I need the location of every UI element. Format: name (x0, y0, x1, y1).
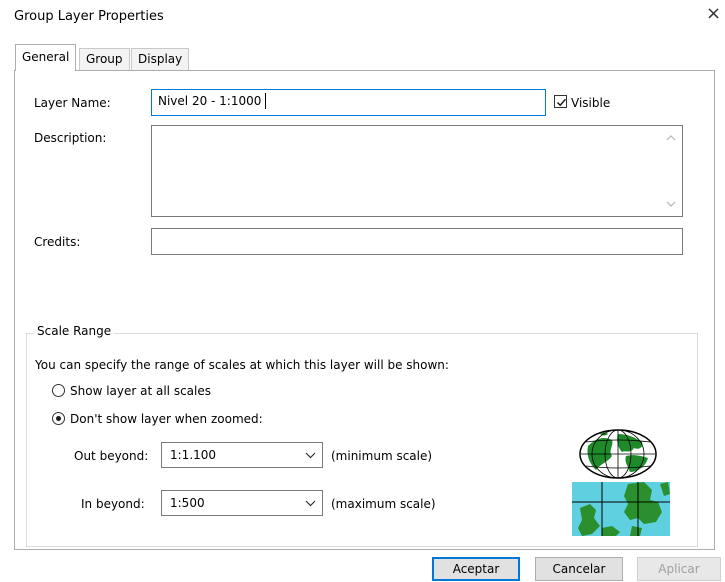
general-content: Layer Name: Nivel 20 - 1:1000 Visible De… (0, 0, 725, 582)
credits-label: Credits: (34, 235, 81, 249)
scale-range-legend: Scale Range (34, 324, 115, 338)
layer-name-label: Layer Name: (34, 96, 111, 110)
out-beyond-hint: (minimum scale) (331, 449, 433, 463)
out-beyond-combo[interactable]: 1:1.100 (161, 442, 323, 468)
map-zoom-icon (572, 482, 670, 536)
show-all-scales-radio[interactable] (52, 384, 65, 397)
dont-show-zoomed-radio[interactable] (52, 412, 65, 425)
out-beyond-value: 1:1.100 (170, 448, 217, 462)
globe-icon (579, 429, 657, 479)
scroll-down-icon[interactable] (666, 200, 676, 208)
description-textarea[interactable] (151, 125, 683, 217)
visible-checkbox[interactable] (554, 95, 567, 108)
text-caret (265, 93, 266, 109)
in-beyond-value: 1:500 (170, 496, 205, 510)
description-label: Description: (34, 131, 107, 145)
show-all-scales-label[interactable]: Show layer at all scales (70, 384, 211, 398)
chevron-down-icon (305, 452, 316, 459)
in-beyond-label: In beyond: (81, 497, 145, 511)
scroll-up-icon[interactable] (666, 134, 676, 142)
credits-input[interactable] (151, 228, 683, 255)
out-beyond-label: Out beyond: (74, 449, 149, 463)
layer-name-value: Nivel 20 - 1:1000 (158, 94, 262, 108)
checkmark-icon (557, 98, 567, 107)
in-beyond-hint: (maximum scale) (331, 497, 436, 511)
dont-show-zoomed-label[interactable]: Don't show layer when zoomed: (70, 412, 263, 426)
layer-name-input[interactable]: Nivel 20 - 1:1000 (151, 89, 546, 116)
in-beyond-combo[interactable]: 1:500 (161, 490, 323, 516)
visible-label[interactable]: Visible (571, 96, 610, 110)
radio-selected-dot (56, 416, 61, 421)
scale-range-intro: You can specify the range of scales at w… (35, 358, 449, 372)
chevron-down-icon (305, 500, 316, 507)
